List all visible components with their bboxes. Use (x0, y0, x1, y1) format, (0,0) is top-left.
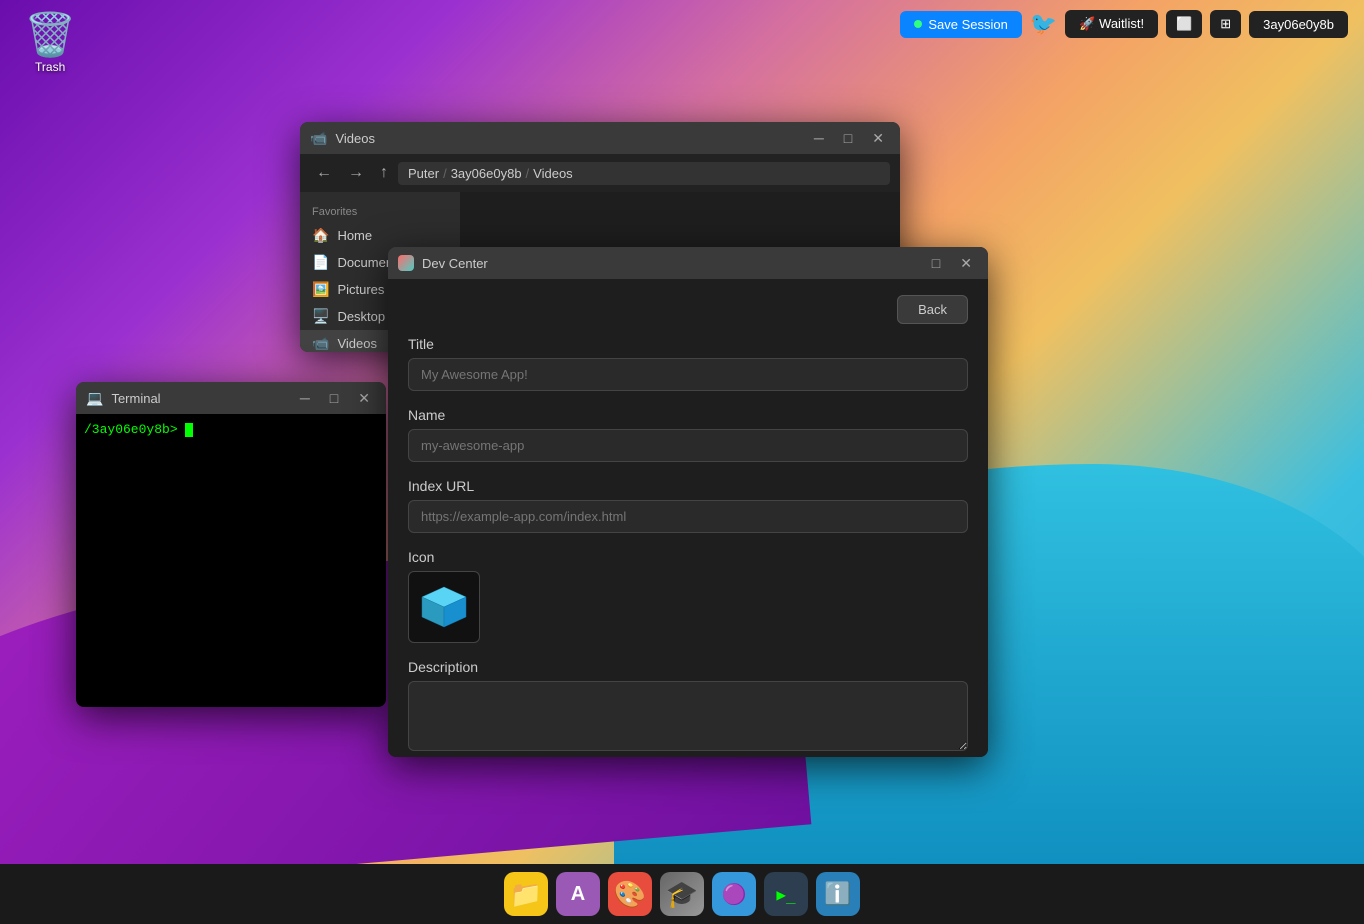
save-session-label: Save Session (928, 17, 1008, 32)
videos-toolbar: ← → ↑ Puter / 3ay06e0y8b / Videos (300, 154, 900, 192)
index-url-field-label: Index URL (408, 478, 968, 494)
breadcrumb-videos: Videos (533, 166, 573, 181)
terminal-window-title: Terminal (111, 391, 285, 406)
description-field-group: Description (408, 659, 968, 756)
user-button[interactable]: 3ay06e0y8b (1249, 11, 1348, 38)
sidebar-item-home[interactable]: 🏠 Home (300, 222, 460, 249)
description-field-label: Description (408, 659, 968, 675)
taskbar-graduate-icon[interactable]: 🎓 (660, 872, 704, 916)
home-icon: 🏠 (312, 227, 329, 244)
devcenter-titlebar[interactable]: Dev Center □ ✕ (388, 247, 988, 279)
videos-titlebar[interactable]: 📹 Videos ─ □ ✕ (300, 122, 900, 154)
devcenter-window: Dev Center □ ✕ Back Title Name Index URL… (388, 247, 988, 757)
sidebar-desktop-label: Desktop (337, 309, 385, 324)
waitlist-button[interactable]: 🚀 Waitlist! (1065, 10, 1158, 38)
icon-preview[interactable] (408, 571, 480, 643)
taskbar-folder-icon[interactable]: 📁 (504, 872, 548, 916)
terminal-maximize-button[interactable]: □ (324, 388, 344, 408)
videos-window-title: Videos (335, 131, 799, 146)
taskbar-terminal-icon[interactable]: ▶_ (764, 872, 808, 916)
icon-field-group: Icon (408, 549, 968, 643)
save-session-button[interactable]: Save Session (900, 11, 1022, 38)
name-field-group: Name (408, 407, 968, 462)
desktop: 🗑️ Trash Save Session 🐦 🚀 Waitlist! ⬜ ⊞ … (0, 0, 1364, 924)
terminal-prompt: /3ay06e0y8b> (84, 422, 185, 437)
terminal-minimize-button[interactable]: ─ (294, 388, 316, 408)
session-dot (914, 20, 922, 28)
devcenter-window-title: Dev Center (422, 256, 918, 271)
title-field-group: Title (408, 336, 968, 391)
devcenter-body: Back Title Name Index URL Icon (388, 279, 988, 757)
back-btn-row: Back (408, 295, 968, 324)
terminal-cursor (185, 423, 193, 437)
grid-button[interactable]: ⊞ (1210, 10, 1241, 38)
terminal-body[interactable]: /3ay06e0y8b> (76, 414, 386, 707)
terminal-close-button[interactable]: ✕ (352, 388, 376, 409)
trash-label: Trash (35, 60, 65, 74)
forward-nav-button[interactable]: → (342, 160, 370, 186)
devcenter-icon (398, 255, 414, 271)
terminal-window: 💻 Terminal ─ □ ✕ /3ay06e0y8b> (76, 382, 386, 707)
taskbar-paint-icon[interactable]: 🎨 (608, 872, 652, 916)
videos-minimize-button[interactable]: ─ (808, 128, 830, 148)
taskbar-apps-icon[interactable]: 🟣 (712, 872, 756, 916)
videos-close-button[interactable]: ✕ (866, 128, 890, 149)
taskbar-font-icon[interactable]: A (556, 872, 600, 916)
breadcrumb-bar[interactable]: Puter / 3ay06e0y8b / Videos (398, 162, 890, 185)
cube-svg (416, 579, 472, 635)
sidebar-pictures-label: Pictures (337, 282, 384, 297)
taskbar: 📁 A 🎨 🎓 🟣 ▶_ ℹ️ (0, 864, 1364, 924)
topbar: Save Session 🐦 🚀 Waitlist! ⬜ ⊞ 3ay06e0y8… (884, 0, 1364, 48)
window-toggle-button[interactable]: ⬜ (1166, 10, 1202, 38)
up-nav-button[interactable]: ↑ (374, 160, 394, 186)
title-field-label: Title (408, 336, 968, 352)
breadcrumb-user: 3ay06e0y8b (451, 166, 522, 181)
sidebar-section-label: Favorites (300, 202, 460, 222)
index-url-input[interactable] (408, 500, 968, 533)
title-input[interactable] (408, 358, 968, 391)
icon-field-label: Icon (408, 549, 968, 565)
breadcrumb-puter: Puter (408, 166, 439, 181)
videos-icon: 📹 (312, 335, 329, 352)
back-button[interactable]: Back (897, 295, 968, 324)
sidebar-videos-label: Videos (337, 336, 377, 351)
user-label: 3ay06e0y8b (1263, 17, 1334, 32)
name-input[interactable] (408, 429, 968, 462)
videos-maximize-button[interactable]: □ (838, 128, 858, 148)
twitter-button[interactable]: 🐦 (1030, 11, 1057, 37)
taskbar-info-icon[interactable]: ℹ️ (816, 872, 860, 916)
trash-bin-icon: 🗑️ (24, 14, 76, 56)
description-textarea[interactable] (408, 681, 968, 751)
sidebar-home-label: Home (337, 228, 372, 243)
back-nav-button[interactable]: ← (310, 160, 338, 186)
pictures-icon: 🖼️ (312, 281, 329, 298)
devcenter-close-button[interactable]: ✕ (954, 253, 978, 274)
waitlist-label: 🚀 Waitlist! (1079, 16, 1144, 32)
name-field-label: Name (408, 407, 968, 423)
devcenter-maximize-button[interactable]: □ (926, 253, 946, 273)
desktop-icon: 🖥️ (312, 308, 329, 325)
trash-icon[interactable]: 🗑️ Trash (24, 14, 76, 74)
documents-icon: 📄 (312, 254, 329, 271)
index-url-field-group: Index URL (408, 478, 968, 533)
terminal-titlebar[interactable]: 💻 Terminal ─ □ ✕ (76, 382, 386, 414)
